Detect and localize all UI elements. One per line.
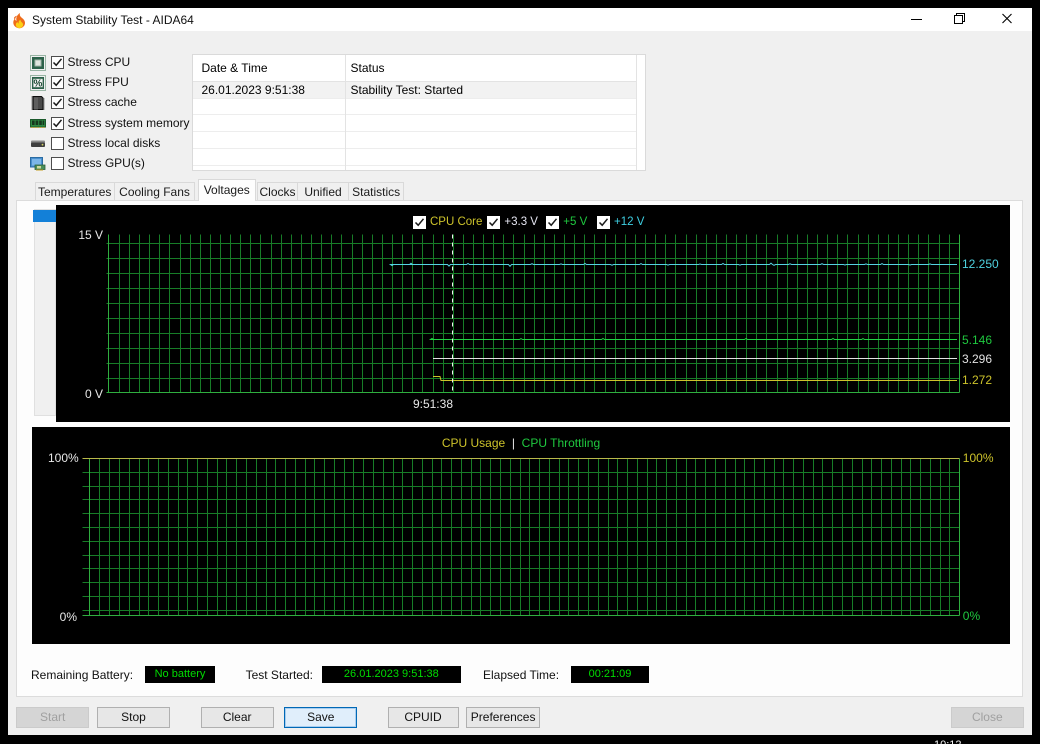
svg-text:%: % (34, 78, 43, 89)
